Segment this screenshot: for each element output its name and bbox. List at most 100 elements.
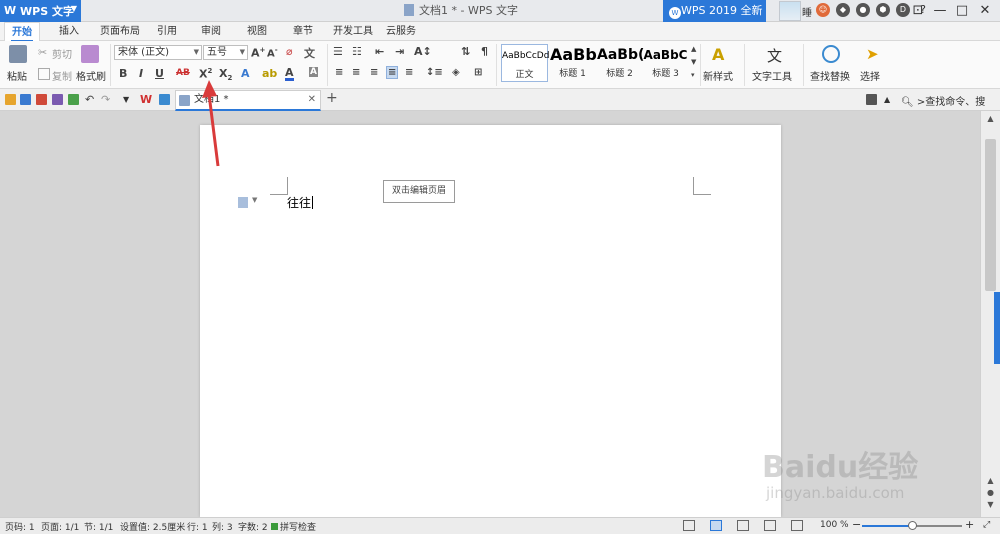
align-right-button[interactable]: ≡	[370, 67, 378, 78]
zoom-out-icon[interactable]: −	[852, 518, 861, 531]
settings-icon[interactable]: ●	[856, 3, 870, 17]
web-view-icon[interactable]	[764, 520, 776, 531]
collapse-ribbon-icon[interactable]: ▲	[884, 94, 895, 105]
wps-w-icon[interactable]: W	[140, 94, 152, 105]
side-panel-toggle[interactable]	[994, 292, 1000, 364]
tab-chapter[interactable]: 章节	[286, 22, 320, 41]
tab-references[interactable]: 引用	[150, 22, 184, 41]
document-page[interactable]: 双击编辑页眉 ▼ 往往	[200, 125, 781, 517]
sort-icon[interactable]: ⇅	[461, 45, 470, 58]
skin-label[interactable]: 睡	[802, 4, 812, 19]
upgrade-button[interactable]: WWPS 2019 全新升级	[663, 0, 766, 39]
style-heading-3[interactable]: AaBbC 标题 3	[643, 44, 688, 82]
next-page-icon[interactable]: ▼	[984, 499, 997, 511]
document-body-text[interactable]: 往往	[287, 194, 314, 211]
zoom-slider-thumb[interactable]	[908, 521, 917, 530]
format-painter-button[interactable]: 格式刷	[76, 68, 106, 83]
align-center-button[interactable]: ≡	[352, 67, 360, 78]
italic-button[interactable]: I	[139, 67, 143, 80]
style-heading-2[interactable]: AaBb( 标题 2	[597, 44, 644, 82]
avatar[interactable]	[779, 1, 801, 21]
print-icon[interactable]	[52, 94, 63, 105]
tab-document[interactable]: 文档1 * ✕	[175, 90, 321, 111]
text-tools-icon[interactable]: 文	[767, 45, 785, 65]
styles-scroll-down[interactable]: ▼	[691, 58, 696, 66]
fullscreen-view-icon[interactable]	[683, 520, 695, 531]
edit-header-hint[interactable]: 双击编辑页眉	[383, 180, 455, 203]
scroll-thumb[interactable]	[985, 139, 996, 291]
fit-window-icon[interactable]: ⤢	[983, 520, 990, 530]
cut-icon[interactable]: ✂	[38, 46, 50, 59]
format-painter-icon[interactable]	[81, 45, 99, 63]
app-menu-button[interactable]: W WPS 文字 ▼	[0, 0, 81, 22]
tab-insert[interactable]: 插入	[52, 22, 86, 41]
paste-icon[interactable]	[9, 45, 27, 63]
line-spacing-icon[interactable]: ↕≡	[426, 67, 443, 78]
chevron-down-icon[interactable]: ▼	[252, 196, 257, 204]
decrease-indent-icon[interactable]: ⇤	[375, 45, 384, 58]
strikethrough-button[interactable]: AB	[176, 68, 190, 78]
close-tab-icon[interactable]: ✕	[308, 91, 316, 109]
tab-home[interactable]: 开始	[4, 22, 40, 42]
redo-icon[interactable]: ↷	[101, 94, 112, 105]
phonetic-guide-icon[interactable]: 文	[304, 45, 315, 61]
tab-developer[interactable]: 开发工具	[326, 22, 380, 41]
new-tab-button[interactable]: +	[326, 90, 338, 106]
shield-icon[interactable]: ◆	[836, 3, 850, 17]
find-replace-icon[interactable]	[822, 45, 840, 63]
spell-check-toggle[interactable]: 拼写检查	[271, 520, 316, 533]
font-size-select[interactable]: 五号 ▼	[203, 45, 248, 60]
borders-icon[interactable]: ⊞	[474, 67, 482, 78]
char-scale-icon[interactable]: A↕	[414, 45, 432, 58]
text-tools-button[interactable]: 文字工具	[752, 68, 792, 83]
paste-button[interactable]: 粘贴	[7, 68, 27, 83]
close-button[interactable]: ✕	[974, 0, 996, 22]
prev-page-icon[interactable]: ▲	[984, 475, 997, 487]
export-pdf-icon[interactable]	[36, 94, 47, 105]
tab-cloud[interactable]: 云服务	[379, 22, 423, 41]
copy-icon[interactable]	[38, 68, 50, 80]
underline-button[interactable]: U	[155, 67, 164, 80]
distribute-button[interactable]: ≡	[405, 67, 413, 78]
zoom-level[interactable]: 100 %	[820, 520, 849, 530]
undo-icon[interactable]: ↶	[85, 94, 96, 105]
emoji-icon[interactable]: ☺	[816, 3, 830, 17]
outline-view-icon[interactable]	[737, 520, 749, 531]
print-preview-icon[interactable]	[68, 94, 79, 105]
increase-indent-icon[interactable]: ⇥	[395, 45, 404, 58]
styles-scroll-up[interactable]: ▲	[691, 45, 696, 53]
new-style-icon[interactable]: A	[712, 45, 730, 64]
cut-button[interactable]: 剪切	[52, 46, 72, 61]
highlight-button[interactable]: ab	[262, 67, 277, 80]
justify-button[interactable]: ≡	[386, 66, 399, 79]
numbering-icon[interactable]: ☷	[352, 45, 362, 58]
open-icon[interactable]	[5, 94, 16, 105]
shrink-font-icon[interactable]: A-	[267, 46, 278, 59]
clear-format-icon[interactable]: ⌀	[286, 45, 293, 58]
paragraph-layout-icon[interactable]	[238, 197, 248, 208]
tab-page-layout[interactable]: 页面布局	[93, 22, 147, 41]
style-normal[interactable]: AaBbCcDd 正文	[501, 44, 549, 82]
style-heading-1[interactable]: AaBb 标题 1	[550, 44, 597, 82]
font-name-select[interactable]: 宋体 (正文) ▼	[114, 45, 202, 60]
page-view-icon[interactable]	[710, 520, 722, 531]
text-effect-button[interactable]: A	[241, 67, 250, 80]
customize-chevron-icon[interactable]: ▼	[123, 94, 134, 105]
new-style-button[interactable]: 新样式	[703, 68, 733, 83]
reading-view-icon[interactable]	[791, 520, 803, 531]
bold-button[interactable]: B	[119, 67, 127, 80]
comment-icon[interactable]	[866, 94, 877, 105]
find-replace-button[interactable]: 查找替换	[810, 68, 850, 83]
maximize-button[interactable]: □	[951, 0, 973, 22]
align-left-button[interactable]: ≡	[335, 67, 343, 78]
grow-font-icon[interactable]: A+	[251, 46, 265, 60]
status-word-count[interactable]: 字数: 2	[238, 520, 268, 533]
select-button[interactable]: 选择	[860, 68, 880, 83]
shading-icon[interactable]: ◈	[452, 67, 460, 78]
save-icon[interactable]	[20, 94, 31, 105]
select-icon[interactable]: ➤	[866, 45, 884, 63]
styles-expand[interactable]: ▾	[691, 71, 695, 79]
hexagon-icon[interactable]: ⬢	[876, 3, 890, 17]
char-shading-button[interactable]: A	[309, 67, 318, 77]
font-color-button[interactable]: A	[285, 67, 294, 81]
